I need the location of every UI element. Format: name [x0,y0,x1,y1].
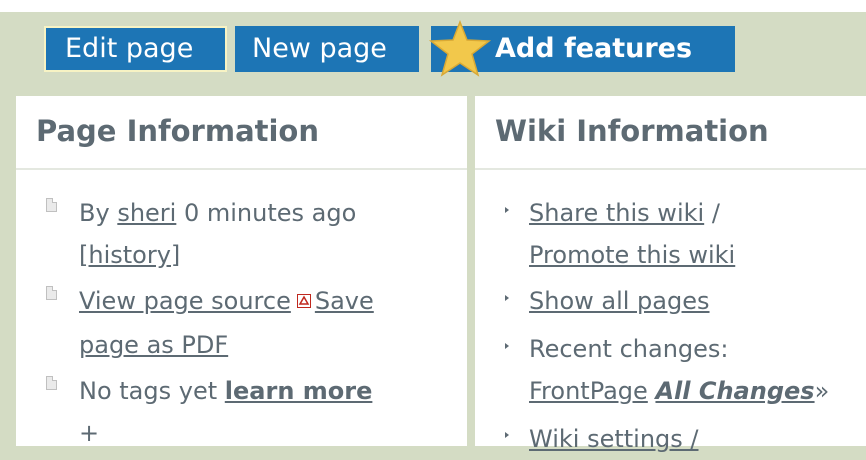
tags-line: No tags yet learn more [79,370,372,412]
wiki-settings-link[interactable]: Wiki settings / [529,425,699,453]
pdf-icon [296,294,311,308]
add-features-button[interactable]: Add features [428,20,735,77]
share-wiki-link[interactable]: Share this wiki [529,199,704,227]
view-source-link[interactable]: View page source [79,287,291,315]
promote-line: Promote this wiki [529,234,735,276]
all-changes-suffix: » [814,377,830,405]
bullet-icon [505,343,509,349]
bullet-icon [505,295,509,301]
edit-page-button[interactable]: Edit page [44,26,227,72]
history-line: [history] [79,234,180,276]
share-slash: / [711,199,720,227]
author-line: By sheri 0 minutes ago [79,192,356,234]
bullet-icon [505,432,509,438]
author-link[interactable]: sheri [117,199,176,227]
bullet-icon [505,207,509,213]
show-all-line: Show all pages [529,280,710,322]
source-line: View page source Save [79,280,374,322]
star-icon [428,20,492,77]
all-changes-link[interactable]: All Changes [655,377,814,405]
save-pdf-link-cont[interactable]: page as PDF [79,331,228,359]
edit-page-label: Edit page [65,33,194,64]
page-icon [46,198,57,212]
promote-wiki-link[interactable]: Promote this wiki [529,241,735,269]
new-page-button[interactable]: New page [235,26,419,72]
add-tag-line: + [79,412,99,454]
page-information-panel: Page Information By sheri 0 minutes ago … [16,96,467,447]
new-page-label: New page [252,33,387,64]
page-icon [46,376,57,390]
recent-changes-line: Recent changes: [529,328,729,370]
add-tag-link[interactable]: + [79,419,99,447]
page-icon [46,286,57,300]
settings-line: Wiki settings / [529,418,699,460]
frontpage-link[interactable]: FrontPage [529,377,648,405]
top-strip [0,0,866,12]
save-pdf-line: page as PDF [79,324,228,366]
by-prefix: By [79,199,110,227]
show-all-pages-link[interactable]: Show all pages [529,287,710,315]
wiki-information-panel: Wiki Information Share this wiki / Promo… [475,96,866,453]
save-pdf-link[interactable]: Save [315,287,374,315]
share-line: Share this wiki / [529,192,720,234]
page-information-title: Page Information [36,114,320,148]
panel-divider [475,168,866,170]
learn-more-link[interactable]: learn more [225,377,373,405]
recent-changes-links: FrontPage All Changes» [529,370,829,412]
edit-time: 0 minutes ago [183,199,357,227]
history-link[interactable]: [history] [79,241,180,269]
add-features-label: Add features [495,33,693,64]
panel-divider [16,168,467,170]
recent-changes-label: Recent changes: [529,335,729,363]
no-tags-text: No tags yet [79,377,218,405]
wiki-information-title: Wiki Information [495,114,769,148]
